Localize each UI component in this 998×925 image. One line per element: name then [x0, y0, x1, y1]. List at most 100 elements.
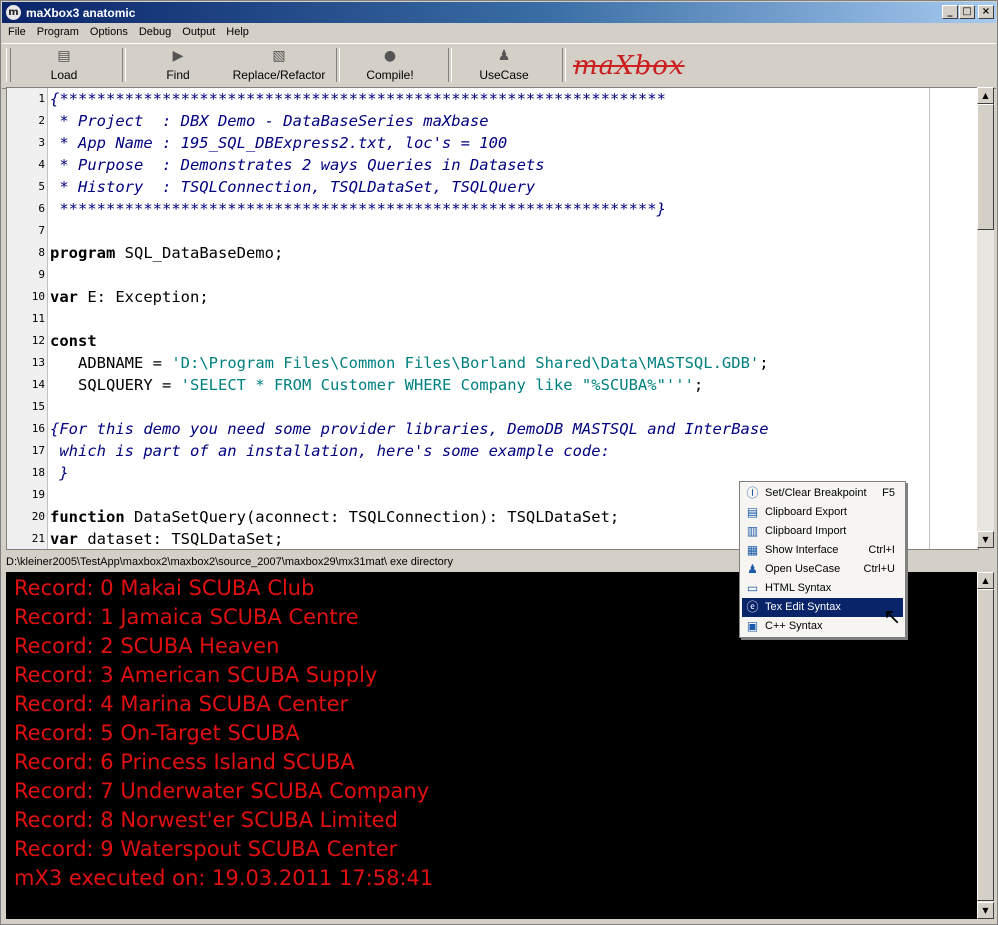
- line-number: 20: [31, 510, 45, 523]
- context-menu-item[interactable]: ▤ Clipboard Export: [742, 503, 903, 522]
- code-line[interactable]: 16 {For this demo you need some provider …: [7, 418, 978, 440]
- code-text: ;: [759, 354, 769, 372]
- context-menu-label: Set/Clear Breakpoint: [765, 487, 867, 499]
- breakpoint-icon: Ⓘ: [746, 486, 759, 500]
- replace-label: Replace/Refactor: [232, 68, 326, 82]
- code-line[interactable]: 14 SQLQUERY = 'SELECT * FROM Customer WH…: [7, 374, 978, 396]
- keyword: var: [50, 288, 78, 306]
- menu-program[interactable]: Program: [31, 23, 84, 42]
- compile-button[interactable]: ● Compile!: [358, 46, 422, 84]
- code-line[interactable]: 8 program SQL_DataBaseDemo;: [7, 242, 978, 264]
- code-line[interactable]: 2 * Project : DBX Demo - DataBaseSeries …: [7, 110, 978, 132]
- context-menu-item[interactable]: ▦ Show Interface Ctrl+I: [742, 541, 903, 560]
- replace-button[interactable]: ▧ Replace/Refactor: [226, 46, 332, 84]
- shortcut-label: Ctrl+U: [863, 563, 895, 575]
- code-text: dataset: TSQLDataSet;: [78, 530, 284, 548]
- line-number: 14: [31, 378, 45, 391]
- context-menu-item[interactable]: ⓔ Tex Edit Syntax: [742, 598, 903, 617]
- app-icon[interactable]: m: [6, 5, 21, 20]
- code-text: ;: [693, 376, 704, 394]
- comment-text: * Project : DBX Demo - DataBaseSeries ma…: [50, 112, 489, 130]
- code-line[interactable]: 11: [7, 308, 978, 330]
- menu-options[interactable]: Options: [84, 23, 133, 42]
- line-number: 13: [31, 356, 45, 369]
- find-button[interactable]: ▶ Find: [146, 46, 210, 84]
- code-text: ****************************************…: [50, 198, 666, 220]
- title-bar[interactable]: m maXbox3 anatomic _ □ ×: [2, 2, 996, 23]
- find-label: Find: [166, 68, 190, 82]
- code-line[interactable]: 10 var E: Exception;: [7, 286, 978, 308]
- menu-bar: File Program Options Debug Output Help: [2, 23, 996, 42]
- context-menu-item[interactable]: ▭ HTML Syntax: [742, 579, 903, 598]
- context-menu-label: Open UseCase: [765, 563, 841, 575]
- context-menu-item[interactable]: ▣ C++ Syntax: [742, 617, 903, 636]
- scroll-up-arrow-icon[interactable]: ▲: [977, 572, 994, 589]
- code-line[interactable]: 3 * App Name : 195_SQL_DBExpress2.txt, l…: [7, 132, 978, 154]
- editor-scrollbar[interactable]: ▲ ▼: [977, 87, 994, 548]
- code-text: * Purpose : Demonstrates 2 ways Queries …: [50, 154, 544, 176]
- output-line: Record: 3 American SCUBA Supply: [14, 663, 378, 687]
- scroll-up-arrow-icon[interactable]: ▲: [977, 87, 994, 104]
- context-menu: Ⓘ Set/Clear Breakpoint F5 ▤ Clipboard Export…: [739, 481, 906, 638]
- code-line[interactable]: 6 **************************************…: [7, 198, 978, 220]
- menu-output[interactable]: Output: [176, 23, 220, 42]
- context-menu-label: Clipboard Export: [765, 506, 847, 518]
- output-scrollbar[interactable]: ▲ ▼: [977, 572, 994, 919]
- scroll-down-arrow-icon[interactable]: ▼: [977, 902, 994, 919]
- toolbar-grip[interactable]: [6, 48, 11, 82]
- maxbox-logo: maXbox: [573, 51, 685, 81]
- output-line: Record: 6 Princess Island SCUBA: [14, 750, 355, 774]
- editor-scroll-thumb[interactable]: [977, 104, 994, 230]
- code-line[interactable]: 12 const: [7, 330, 978, 352]
- code-text: program SQL_DataBaseDemo;: [50, 242, 283, 264]
- clipboard-import-icon: ▥: [746, 524, 759, 538]
- minimize-button[interactable]: _: [942, 5, 958, 19]
- keyword: const: [50, 332, 97, 350]
- code-line[interactable]: 17 which is part of an installation, her…: [7, 440, 978, 462]
- output-line: Record: 1 Jamaica SCUBA Centre: [14, 605, 359, 629]
- code-line[interactable]: 9: [7, 264, 978, 286]
- menu-file[interactable]: File: [2, 23, 31, 42]
- line-number: 18: [31, 466, 45, 479]
- cpp-icon: ▣: [746, 619, 759, 633]
- menu-debug[interactable]: Debug: [133, 23, 176, 42]
- line-number: 6: [38, 202, 45, 215]
- line-number: 8: [38, 246, 45, 259]
- load-icon: ▤: [57, 48, 71, 64]
- keyword: function: [50, 508, 125, 526]
- menu-help[interactable]: Help: [220, 23, 254, 42]
- code-line[interactable]: 13 ADBNAME = 'D:\Program Files\Common Fi…: [7, 352, 978, 374]
- code-text: SQLQUERY =: [50, 376, 181, 394]
- person-icon: ♟: [497, 48, 511, 64]
- code-line[interactable]: 1 {**************************************…: [7, 88, 978, 110]
- usecase-label: UseCase: [479, 68, 529, 82]
- output-scroll-thumb[interactable]: [977, 589, 994, 901]
- load-button[interactable]: ▤ Load: [32, 46, 96, 84]
- context-menu-item[interactable]: ♟ Open UseCase Ctrl+U: [742, 560, 903, 579]
- comment-text: }: [50, 464, 69, 482]
- clipboard-export-icon: ▤: [746, 505, 759, 519]
- folder-icon: ▭: [746, 581, 759, 595]
- scroll-down-arrow-icon[interactable]: ▼: [977, 531, 994, 548]
- line-number: 11: [31, 312, 45, 325]
- line-number: 21: [31, 532, 45, 545]
- code-line[interactable]: 15: [7, 396, 978, 418]
- code-text: ADBNAME = 'D:\Program Files\Common Files…: [50, 352, 769, 374]
- code-text: DataSetQuery(aconnect: TSQLConnection): …: [124, 508, 620, 526]
- code-line[interactable]: 7: [7, 220, 978, 242]
- line-number: 19: [31, 488, 45, 501]
- toolbar-separator: [448, 48, 452, 82]
- line-number: 17: [31, 444, 45, 457]
- close-button[interactable]: ×: [978, 5, 994, 19]
- code-line[interactable]: 4 * Purpose : Demonstrates 2 ways Querie…: [7, 154, 978, 176]
- maximize-button[interactable]: □: [959, 5, 975, 19]
- context-menu-item[interactable]: ▥ Clipboard Import: [742, 522, 903, 541]
- string-literal: 'D:\Program Files\Common Files\Borland S…: [171, 354, 760, 372]
- usecase-button[interactable]: ♟ UseCase: [472, 46, 536, 84]
- output-line: Record: 8 Norwest'er SCUBA Limited: [14, 808, 398, 832]
- comment-text: {For this demo you need some provider li…: [50, 420, 769, 438]
- context-menu-item[interactable]: Ⓘ Set/Clear Breakpoint F5: [742, 484, 903, 503]
- keyword: var: [50, 530, 78, 548]
- line-number: 10: [31, 290, 45, 303]
- code-line[interactable]: 5 * History : TSQLConnection, TSQLDataSe…: [7, 176, 978, 198]
